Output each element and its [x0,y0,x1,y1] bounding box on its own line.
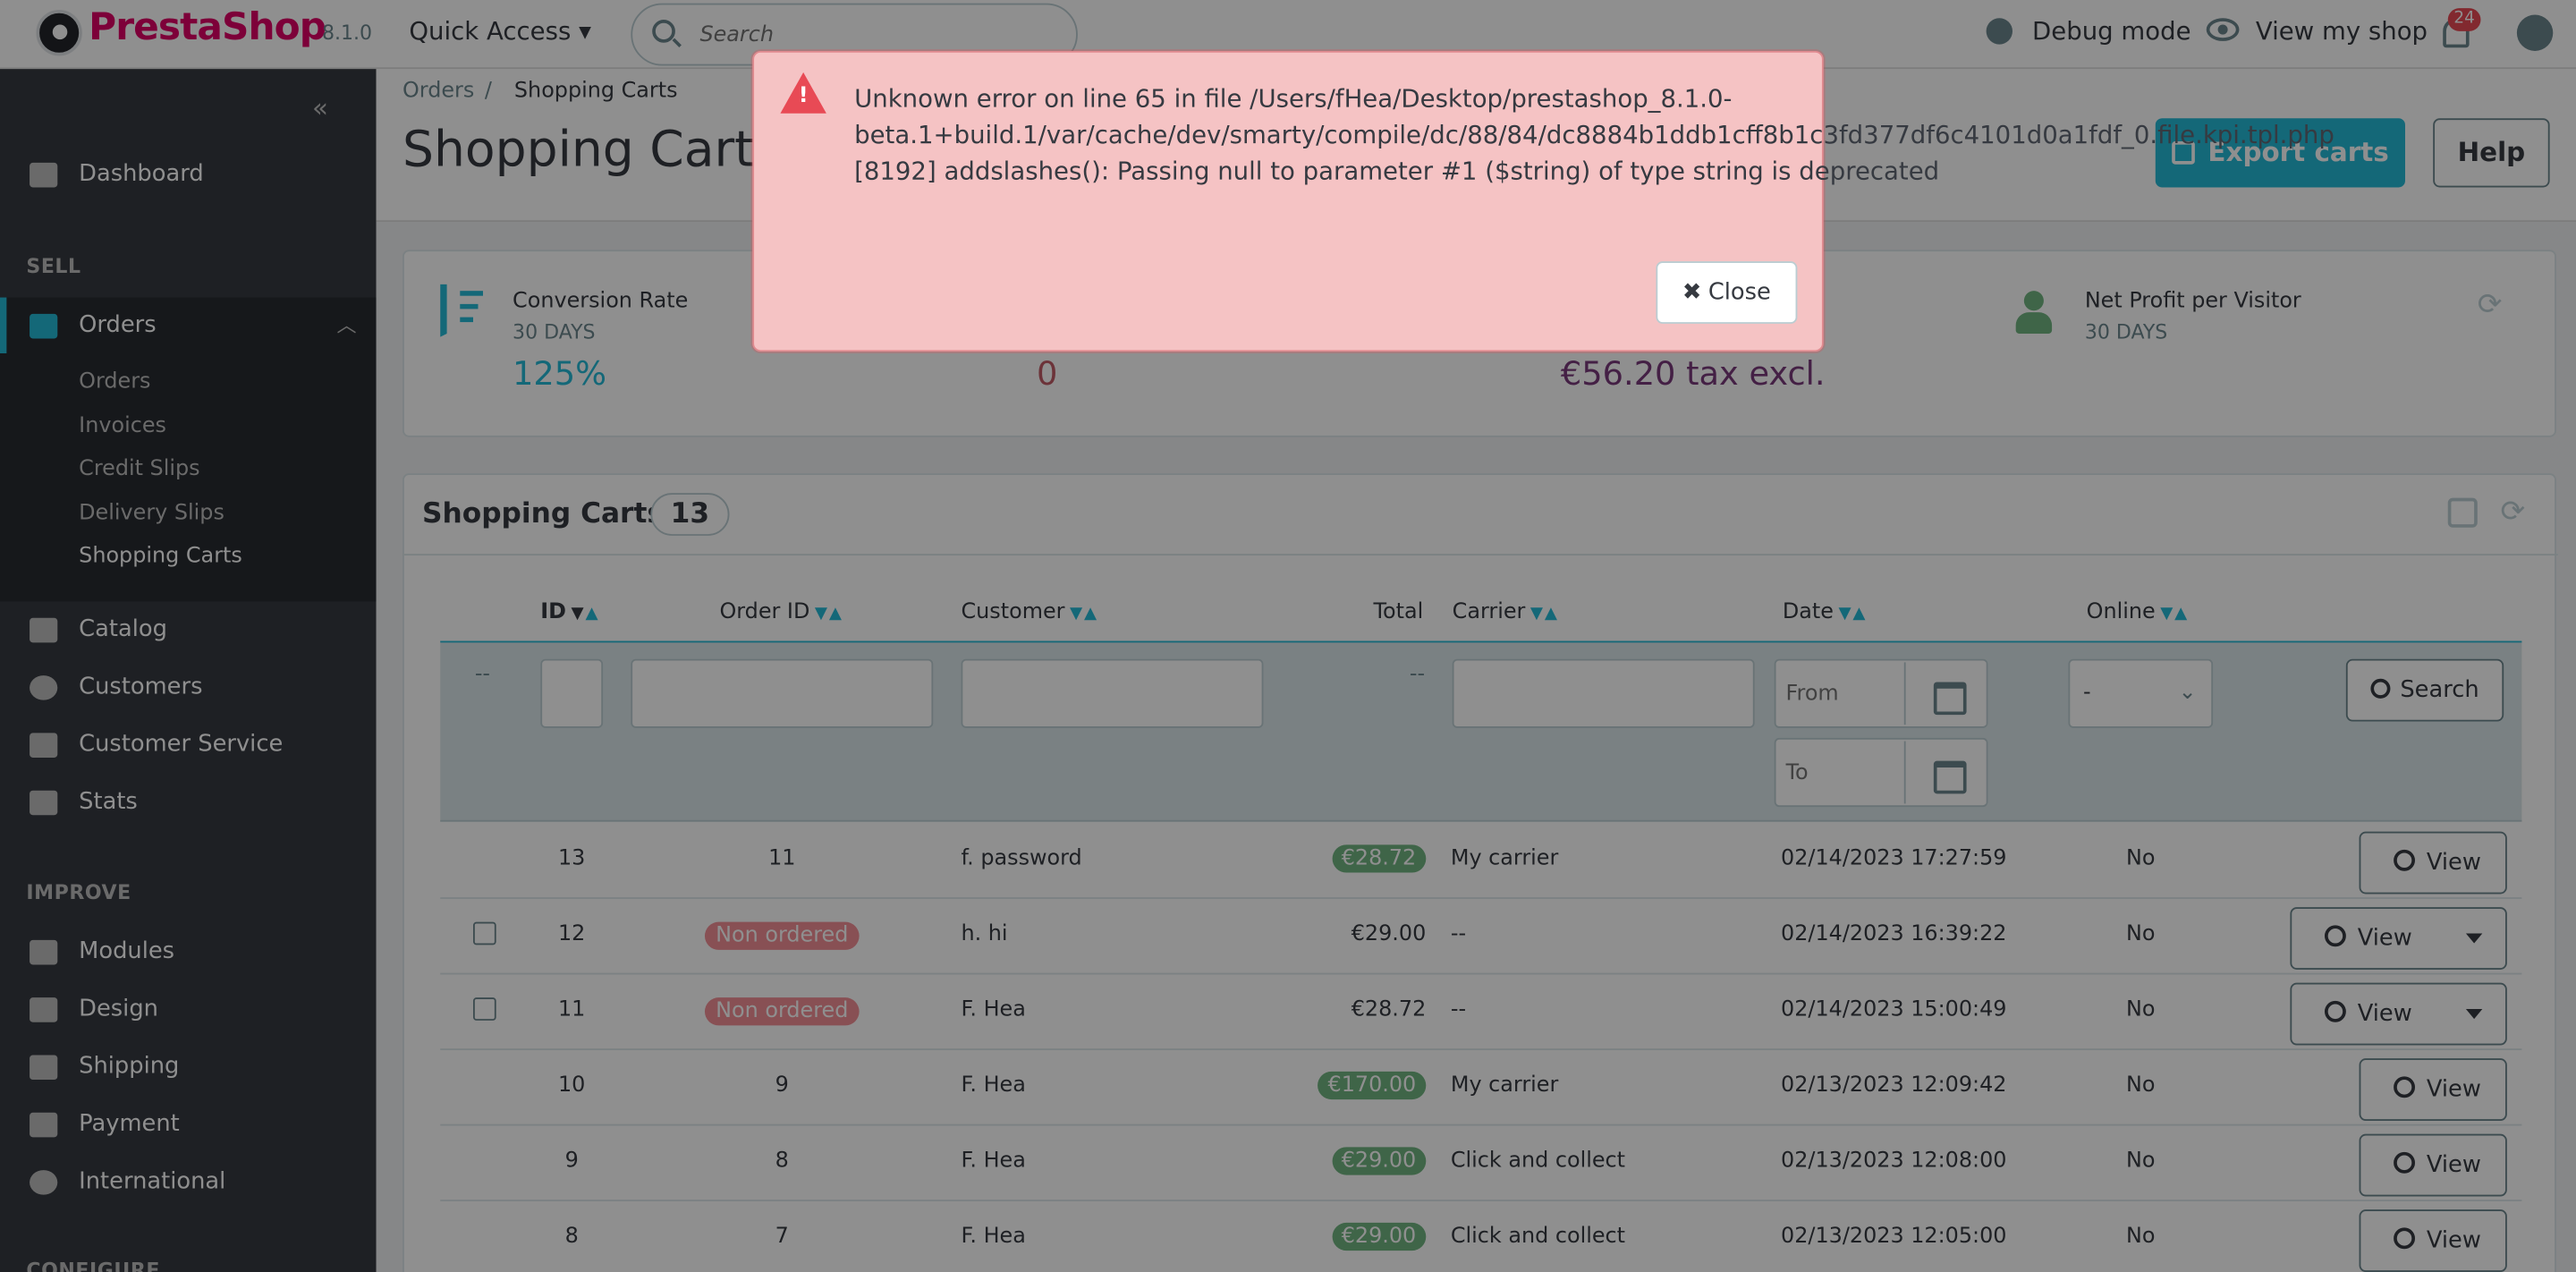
error-modal: ! Unknown error on line 65 in file /User… [752,50,2334,352]
close-icon: ✖ [1682,279,1702,306]
error-message: Unknown error on line 65 in file /Users/… [854,83,2334,186]
close-button[interactable]: ✖ Close [1656,261,1798,324]
close-label: Close [1707,279,1771,306]
warning-exclamation: ! [798,83,809,109]
